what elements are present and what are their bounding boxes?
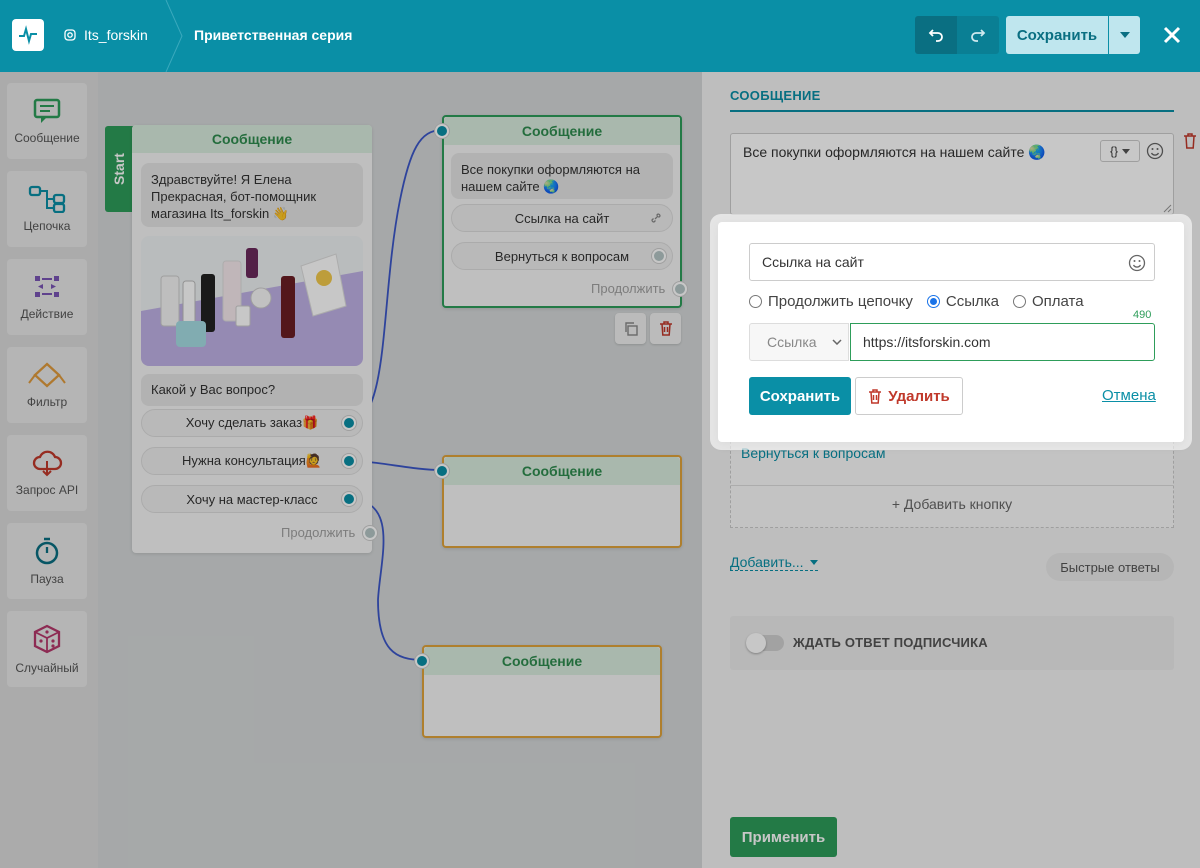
connector-dot[interactable] [342, 416, 356, 430]
node-button-masterclass[interactable]: Хочу на мастер-класс [141, 485, 363, 513]
continue-label: Продолжить [281, 525, 356, 540]
node-title: Сообщение [444, 117, 680, 145]
add-more-dropdown[interactable]: Добавить... [730, 554, 818, 571]
continue-label: Продолжить [591, 281, 666, 296]
caret-down-icon [1122, 148, 1130, 154]
radio-label: Оплата [1031, 293, 1084, 310]
popup-cancel-link[interactable]: Отмена [1102, 387, 1156, 404]
popup-delete-button[interactable]: Удалить [855, 377, 963, 415]
button-back-to-questions[interactable]: Вернуться к вопросам [741, 445, 885, 461]
url-input[interactable]: https://itsforskin.com [850, 323, 1155, 361]
apply-button[interactable]: Применить [730, 817, 837, 857]
node-text: Здравствуйте! Я Елена Прекрасная, бот-по… [141, 163, 363, 227]
input-dot[interactable] [435, 464, 449, 478]
node-title: Сообщение [444, 457, 680, 485]
node-title: Сообщение [424, 647, 660, 675]
start-tab: Start [105, 126, 133, 212]
continue-dot[interactable] [363, 526, 377, 540]
tab-underline [730, 110, 1174, 112]
node-button-site-link[interactable]: Ссылка на сайт [451, 204, 673, 232]
node-text: Все покупки оформляются на нашем сайте 🌏 [451, 153, 673, 199]
copy-node-button[interactable] [615, 313, 646, 344]
product-photo-icon [141, 236, 363, 366]
node-button-consult[interactable]: Нужна консультация🙋 [141, 447, 363, 475]
input-dot[interactable] [415, 654, 429, 668]
panel-tab-message[interactable]: СООБЩЕНИЕ [730, 88, 821, 103]
node-button-back[interactable]: Вернуться к вопросам [451, 242, 673, 270]
trash-icon[interactable] [1183, 133, 1197, 149]
add-more-label: Добавить... [730, 554, 804, 570]
node-title: Сообщение [132, 125, 372, 153]
trash-icon [869, 388, 882, 404]
textarea-resize-icon[interactable] [1162, 203, 1172, 213]
button-text-value: Ссылка на сайт [762, 254, 864, 270]
connector-dot[interactable] [342, 492, 356, 506]
radio-label: Продолжить цепочку [768, 293, 913, 310]
radio-circle-icon [749, 295, 762, 308]
radio-payment[interactable]: Оплата [1012, 293, 1084, 310]
wait-reply-toggle[interactable] [746, 633, 784, 653]
caret-down-icon [809, 559, 818, 565]
radio-circle-icon [1012, 295, 1026, 308]
copy-icon [624, 321, 638, 336]
message-node-masterclass[interactable]: Сообщение [422, 645, 662, 738]
chevron-down-icon [832, 339, 842, 345]
select-value: Ссылка [767, 334, 817, 350]
button-type-radios: Продолжить цепочку Ссылка Оплата [749, 293, 1084, 310]
char-counter: 490 [1133, 309, 1152, 321]
emoji-icon[interactable] [1146, 142, 1164, 160]
radio-link[interactable]: Ссылка [926, 293, 999, 310]
radio-label: Ссылка [945, 293, 999, 310]
radio-continue-chain[interactable]: Продолжить цепочку [749, 293, 913, 310]
emoji-icon[interactable] [1128, 254, 1146, 272]
connector-dot[interactable] [342, 454, 356, 468]
quick-replies-button[interactable]: Быстрые ответы [1046, 553, 1174, 581]
divider [731, 485, 1173, 486]
start-label: Start [111, 153, 127, 185]
trash-icon [659, 321, 672, 336]
button-text-input[interactable]: Ссылка на сайт [749, 243, 1155, 281]
link-type-select[interactable]: Ссылка [749, 323, 849, 361]
product-image [141, 236, 363, 366]
link-icon [651, 213, 661, 223]
node-question: Какой у Вас вопрос? [141, 374, 363, 406]
continue-dot[interactable] [673, 282, 687, 296]
variables-button[interactable]: {} [1100, 140, 1140, 162]
variables-label: {} [1109, 144, 1118, 158]
wait-reply-label: ЖДАТЬ ОТВЕТ ПОДПИСЧИКА [793, 635, 988, 650]
add-button-link[interactable]: + Добавить кнопку [730, 496, 1174, 512]
delete-node-button[interactable] [650, 313, 681, 344]
radio-circle-icon [926, 295, 940, 308]
message-node-consult[interactable]: Сообщение [442, 455, 682, 548]
input-dot[interactable] [435, 124, 449, 138]
button-label: Ссылка на сайт [514, 210, 610, 226]
popup-save-button[interactable]: Сохранить [749, 377, 851, 415]
delete-label: Удалить [888, 387, 950, 405]
connector-dot[interactable] [652, 249, 666, 263]
node-button-order[interactable]: Хочу сделать заказ🎁 [141, 409, 363, 437]
